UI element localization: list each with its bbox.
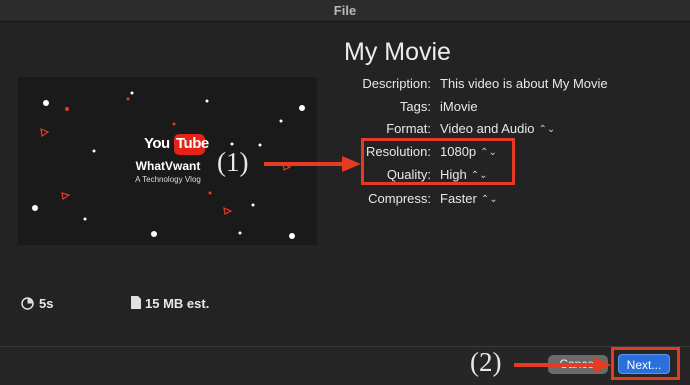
window-title: File	[0, 0, 690, 22]
up-down-chevron-icon: ⌃⌄	[538, 124, 556, 135]
annotation-highlight-next	[611, 347, 680, 380]
description-field[interactable]: This video is about My Movie	[440, 76, 608, 91]
brand-name: WhatVwant	[135, 159, 201, 173]
tags-field[interactable]: iMovie	[440, 99, 478, 114]
duration-text: 5s	[39, 296, 54, 311]
compress-label: Compress:	[368, 191, 431, 206]
format-select[interactable]: Video and Audio ⌃⌄	[440, 121, 555, 136]
annotation-arrow-1	[264, 156, 361, 172]
compress-select[interactable]: Faster ⌃⌄	[440, 191, 498, 206]
brand-tagline: A Technology Vlog	[135, 175, 201, 184]
youtube-logo-you: You	[144, 135, 170, 152]
format-label: Format:	[386, 121, 431, 136]
format-value: Video and Audio	[440, 121, 535, 136]
youtube-logo: You Tube	[144, 134, 209, 156]
compress-value: Faster	[440, 191, 477, 206]
up-down-chevron-icon: ⌃⌄	[480, 194, 498, 205]
annotation-label-2: (2)	[470, 347, 502, 377]
annotation-arrow-2	[514, 357, 611, 373]
annotation-label-1: (1)	[217, 147, 249, 177]
tags-label: Tags:	[399, 99, 431, 114]
annotation-highlight-resolution-quality	[361, 138, 515, 185]
movie-title: My Movie	[344, 38, 451, 66]
size-estimate-text: 15 MB est.	[145, 296, 210, 311]
file-icon	[131, 296, 141, 309]
clock-icon	[21, 297, 34, 310]
description-label: Description:	[362, 76, 431, 91]
youtube-logo-tube: Tube	[176, 135, 209, 152]
